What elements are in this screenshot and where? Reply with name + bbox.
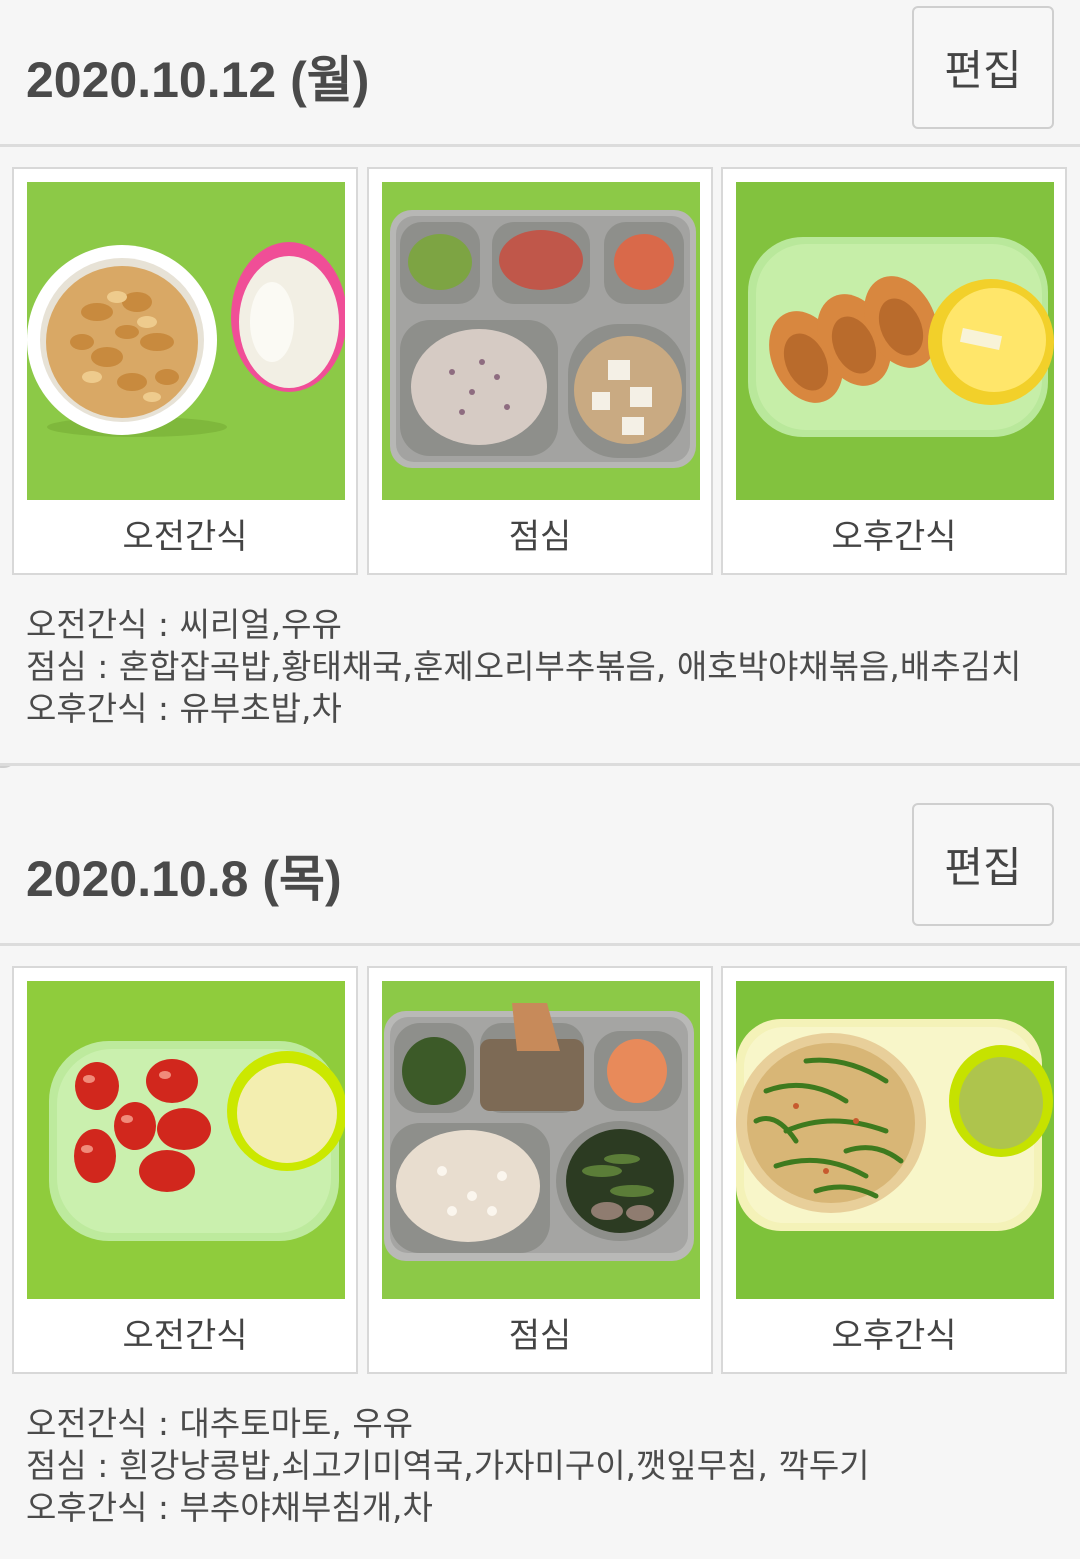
meal-day-card: 2020.10.12 (월) 편집 오전간식 점심 오후간식 오전간식: 씨리… — [0, 0, 1080, 766]
meal-photo-card-morning-snack[interactable]: 오전간식 — [12, 966, 358, 1374]
menu-description: 오전간식 : 대추토마토, 우유 점심 : 흰강낭콩밥,쇠고기미역국,가자미구이… — [0, 1376, 1080, 1559]
menu-line: 오후간식 : 유부초밥,차 — [26, 689, 342, 728]
tomato-milk-photo — [27, 981, 345, 1299]
meal-photo-card-afternoon-snack[interactable]: 오후간식 — [721, 966, 1067, 1374]
meal-photo-card-lunch[interactable]: 점심 — [367, 966, 713, 1374]
menu-line: 점심 : 흰강낭콩밥,쇠고기미역국,가자미구이,깻잎무침, 깍두기 — [26, 1446, 870, 1485]
photo-caption: 오전간식 — [122, 1316, 248, 1356]
menu-description: 오전간식 : 씨리얼,우유 점심 : 혼합잡곡밥,황태채국,훈제오리부추볶음, … — [0, 577, 1080, 766]
lunch-tray-photo — [382, 981, 700, 1299]
cereal-milk-photo — [27, 182, 345, 500]
edit-button[interactable]: 편집 — [912, 6, 1054, 129]
meal-photo-row: 오전간식 점심 오후간식 — [0, 946, 1080, 1376]
meal-photo-row: 오전간식 점심 오후간식 — [0, 147, 1080, 577]
day-date-title: 2020.10.8 (목) — [26, 851, 342, 907]
photo-caption: 오전간식 — [122, 517, 248, 557]
menu-line: 오전간식 : 씨리얼,우유 — [26, 605, 342, 644]
photo-caption: 오후간식 — [831, 1316, 957, 1356]
meal-photo-card-morning-snack[interactable]: 오전간식 — [12, 167, 358, 575]
photo-caption: 점심 — [508, 517, 572, 557]
section-gap — [0, 766, 1080, 801]
menu-line: 오후간식 : 부추야채부침개,차 — [26, 1488, 433, 1527]
meal-day-card: 2020.10.8 (목) 편집 오전간식 점심 오후간식 오전간식: 대추토… — [0, 801, 1080, 1559]
meal-photo-card-afternoon-snack[interactable]: 오후간식 — [721, 167, 1067, 575]
day-header: 2020.10.8 (목) 편집 — [0, 801, 1080, 946]
photo-caption: 오후간식 — [831, 517, 957, 557]
day-date-title: 2020.10.12 (월) — [26, 52, 370, 108]
edit-button[interactable]: 편집 — [912, 803, 1054, 926]
day-header: 2020.10.12 (월) 편집 — [0, 0, 1080, 147]
photo-caption: 점심 — [508, 1316, 572, 1356]
pancake-photo — [736, 981, 1054, 1299]
lunch-tray-photo — [382, 182, 700, 500]
meal-photo-card-lunch[interactable]: 점심 — [367, 167, 713, 575]
inari-sushi-photo — [736, 182, 1054, 500]
menu-line: 오전간식 : 대추토마토, 우유 — [26, 1404, 414, 1443]
menu-line: 점심 : 혼합잡곡밥,황태채국,훈제오리부추볶음, 애호박야채볶음,배추김치 — [26, 647, 1022, 686]
